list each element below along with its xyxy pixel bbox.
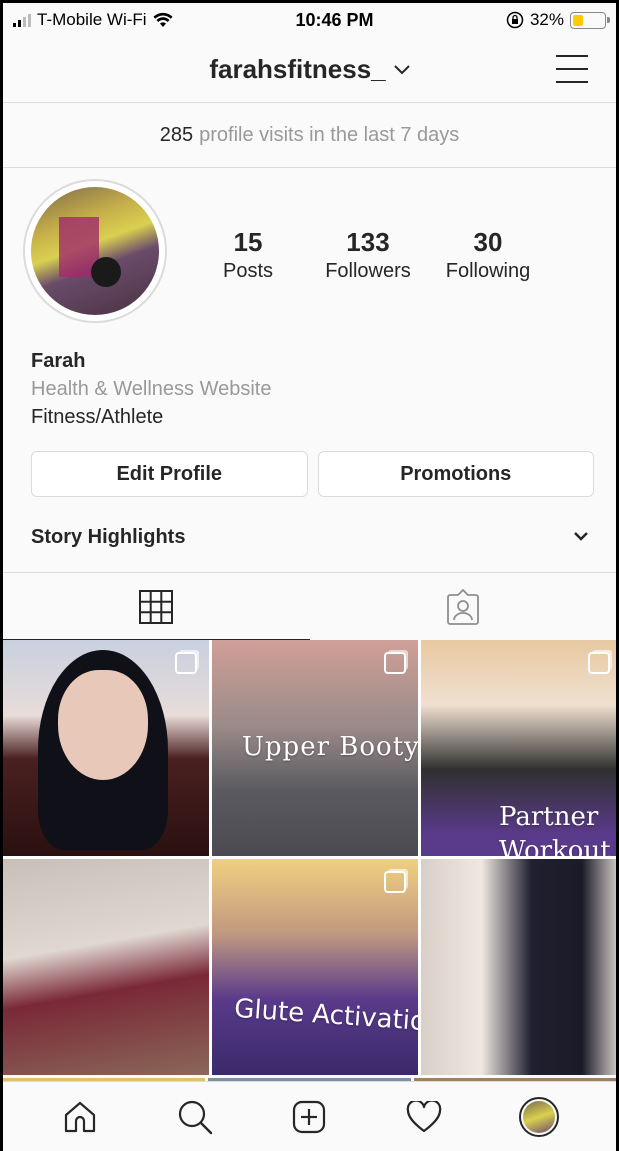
promotions-button[interactable]: Promotions <box>317 451 594 497</box>
signal-icon <box>13 13 31 27</box>
nav-home[interactable] <box>56 1093 104 1141</box>
chevron-down-icon <box>574 528 588 546</box>
status-bar: T-Mobile Wi-Fi 10:46 PM 32% <box>3 3 616 37</box>
username-title: farahsfitness_ <box>209 54 386 84</box>
home-icon <box>65 1101 96 1132</box>
post-caption: Glute Activation <box>233 993 418 1039</box>
carousel-icon <box>384 652 406 674</box>
stat-posts-label: Posts <box>222 260 274 282</box>
story-highlights-toggle[interactable]: Story Highlights <box>31 511 588 563</box>
stat-followers-label: Followers <box>325 260 411 282</box>
nav-add-post[interactable] <box>285 1093 333 1141</box>
profile-header: farahsfitness_ <box>3 37 616 103</box>
story-highlights-label: Story Highlights <box>31 525 186 548</box>
nav-activity[interactable] <box>400 1093 448 1141</box>
stat-following-count: 30 <box>473 227 503 257</box>
post-tile[interactable] <box>421 859 616 1075</box>
carrier-label: T-Mobile Wi-Fi <box>37 10 147 29</box>
stat-following[interactable]: 30 Following <box>428 227 548 283</box>
account-switcher[interactable]: farahsfitness_ <box>209 54 410 85</box>
wifi-icon <box>153 12 173 27</box>
profile-name: Farah <box>31 350 86 372</box>
profile-actions: Edit Profile Promotions <box>31 451 594 497</box>
post-tile[interactable]: Upper Booty <box>212 640 418 856</box>
nav-search[interactable] <box>171 1093 219 1141</box>
profile-stats: 15 Posts 133 Followers 30 Following <box>188 227 548 283</box>
posts-grid: Upper Booty Partner Workout Glute Activa… <box>3 640 616 1075</box>
bottom-nav <box>3 1081 616 1151</box>
carousel-icon <box>588 652 610 674</box>
profile-bio: Farah Health & Wellness Website Fitness/… <box>31 347 271 431</box>
post-tile[interactable] <box>3 640 209 856</box>
post-tile[interactable] <box>3 859 209 1075</box>
visits-text: profile visits in the last 7 days <box>199 124 460 146</box>
battery-fill <box>573 14 583 26</box>
stat-posts[interactable]: 15 Posts <box>188 227 308 283</box>
status-time: 10:46 PM <box>295 9 374 30</box>
edit-profile-button[interactable]: Edit Profile <box>31 451 308 497</box>
orientation-lock-icon <box>506 11 524 29</box>
tab-tagged[interactable] <box>310 573 617 640</box>
menu-icon[interactable] <box>556 55 588 83</box>
add-post-icon <box>293 1100 326 1133</box>
stat-posts-count: 15 <box>233 227 263 257</box>
status-right: 32% <box>456 10 610 30</box>
avatar <box>518 1096 559 1137</box>
battery-percent: 32% <box>529 10 564 29</box>
profile-bio-text: Fitness/Athlete <box>31 406 164 428</box>
post-caption: Partner Workout <box>499 802 611 856</box>
status-left: T-Mobile Wi-Fi <box>13 10 243 30</box>
grid-icon <box>139 589 174 624</box>
chevron-down-icon <box>393 59 410 80</box>
profile-category: Health & Wellness Website <box>31 378 272 400</box>
post-tile[interactable]: Partner Workout <box>421 640 616 856</box>
battery-icon <box>570 11 610 29</box>
profile-visits-banner[interactable]: 285 profile visits in the last 7 days <box>3 104 616 168</box>
search-icon <box>178 1100 213 1134</box>
post-tile[interactable]: Glute Activation <box>212 859 418 1075</box>
heart-icon <box>406 1100 442 1132</box>
profile-tabs <box>3 572 616 640</box>
avatar <box>31 187 159 315</box>
nav-profile[interactable] <box>515 1093 563 1141</box>
tab-grid[interactable] <box>3 573 310 640</box>
profile-avatar-ring[interactable] <box>23 179 167 323</box>
tagged-icon <box>446 588 479 625</box>
stat-following-label: Following <box>445 260 531 282</box>
stat-followers[interactable]: 133 Followers <box>308 227 428 283</box>
post-caption: Upper Booty <box>242 732 418 762</box>
visits-count: 285 <box>159 124 194 146</box>
stat-followers-count: 133 <box>346 227 390 257</box>
carousel-icon <box>384 871 406 893</box>
